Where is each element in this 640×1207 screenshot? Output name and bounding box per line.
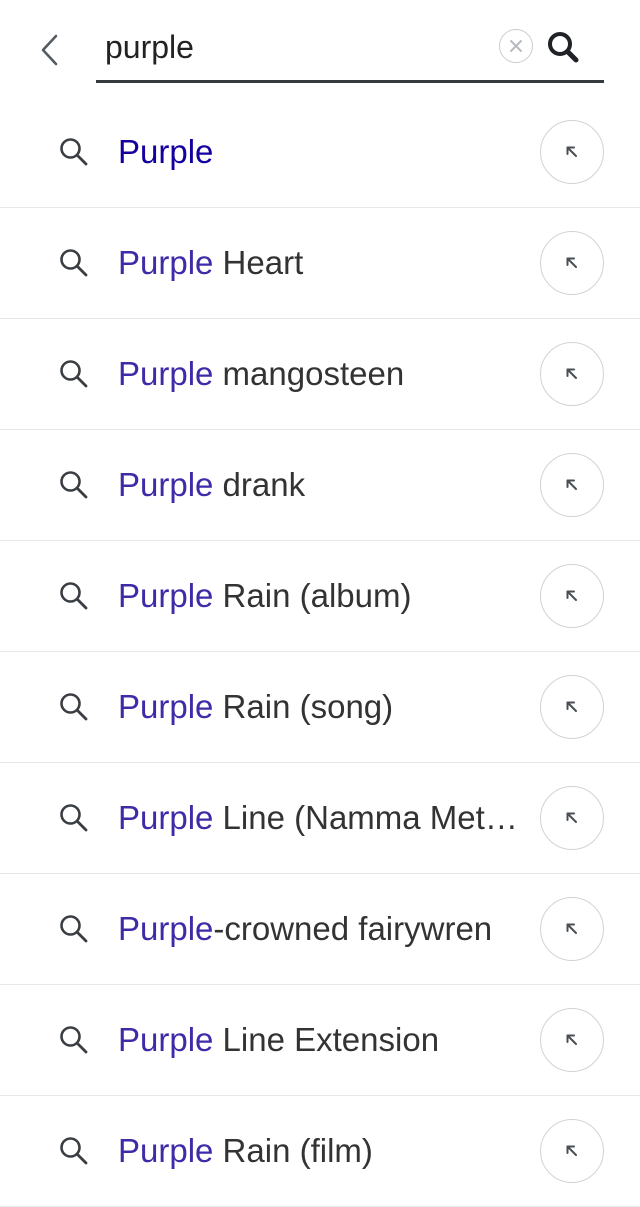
fill-query-button[interactable] <box>540 1008 604 1072</box>
arrow-up-left-icon <box>564 699 580 715</box>
close-icon <box>510 40 522 52</box>
suggestion-text: Purple <box>118 132 520 172</box>
suggestion-rest-text: -crowned fairywren <box>213 910 493 947</box>
suggestion-item[interactable]: Purple drank <box>0 430 640 541</box>
fill-query-button[interactable] <box>540 1119 604 1183</box>
back-button[interactable] <box>28 26 72 74</box>
arrow-up-left-icon <box>564 921 580 937</box>
fill-query-button[interactable] <box>540 675 604 739</box>
suggestion-item[interactable]: Purple-crowned fairywren <box>0 874 640 985</box>
arrow-up-left-icon <box>564 1143 580 1159</box>
search-icon <box>58 913 90 945</box>
suggestion-item[interactable]: Purple mangosteen <box>0 319 640 430</box>
suggestion-text: Purple Rain (film) <box>118 1131 520 1171</box>
arrow-up-left-icon <box>564 477 580 493</box>
suggestion-rest-text: Heart <box>213 244 304 281</box>
search-icon <box>548 32 579 63</box>
fill-query-button[interactable] <box>540 453 604 517</box>
suggestion-match-text: Purple <box>118 688 214 725</box>
suggestion-item[interactable]: Purple <box>0 96 640 208</box>
suggestion-text: Purple Heart <box>118 243 520 283</box>
suggestion-match-text: Purple <box>118 577 214 614</box>
search-submit-button[interactable] <box>544 28 582 66</box>
suggestion-match-text: Purple <box>118 799 214 836</box>
search-icon <box>58 802 90 834</box>
suggestion-list: Purple Purple Heart Purple mangosteen Purpl… <box>0 96 640 1207</box>
arrow-up-left-icon <box>564 144 580 160</box>
fill-query-button[interactable] <box>540 897 604 961</box>
suggestion-rest-text: Rain (song) <box>213 688 394 725</box>
fill-query-button[interactable] <box>540 564 604 628</box>
suggestion-match-text: Purple <box>118 910 214 947</box>
suggestion-match-text: Purple <box>118 1021 214 1058</box>
suggestion-match-text: Purple <box>118 244 214 281</box>
suggestion-rest-text: Rain (film) <box>213 1132 373 1169</box>
suggestion-item[interactable]: Purple Rain (song) <box>0 652 640 763</box>
search-icon <box>58 358 90 390</box>
arrow-up-left-icon <box>564 366 580 382</box>
suggestion-rest-text: Rain (album) <box>213 577 412 614</box>
search-icon <box>58 1135 90 1167</box>
search-icon <box>58 580 90 612</box>
fill-query-button[interactable] <box>540 231 604 295</box>
suggestion-item[interactable]: Purple Line (Namma Metro) <box>0 763 640 874</box>
search-icon <box>58 136 90 168</box>
suggestion-item[interactable]: Purple Rain (album) <box>0 541 640 652</box>
arrow-up-left-icon <box>564 810 580 826</box>
suggestion-match-text: Purple <box>118 132 214 170</box>
clear-search-button[interactable] <box>499 29 533 63</box>
search-header <box>0 0 640 96</box>
fill-query-button[interactable] <box>540 119 604 184</box>
fill-query-button[interactable] <box>540 786 604 850</box>
search-icon <box>58 1024 90 1056</box>
suggestion-rest-text: mangosteen <box>213 355 405 392</box>
suggestion-item[interactable]: Purple Heart <box>0 208 640 319</box>
search-field <box>96 18 604 83</box>
suggestion-rest-text: drank <box>213 466 306 503</box>
suggestion-text: Purple Line Extension <box>118 1020 520 1060</box>
suggestion-text: Purple mangosteen <box>118 354 520 394</box>
search-icon <box>58 247 90 279</box>
suggestion-rest-text: Line (Namma Metro) <box>213 799 520 836</box>
suggestion-rest-text: Line Extension <box>213 1021 440 1058</box>
suggestion-text: Purple Line (Namma Metro) <box>118 798 520 838</box>
suggestion-match-text: Purple <box>118 1132 214 1169</box>
suggestion-text: Purple Rain (album) <box>118 576 520 616</box>
suggestion-match-text: Purple <box>118 466 214 503</box>
search-icon <box>58 469 90 501</box>
suggestion-text: Purple Rain (song) <box>118 687 520 727</box>
search-input[interactable] <box>96 18 495 76</box>
suggestion-match-text: Purple <box>118 355 214 392</box>
search-icon <box>58 691 90 723</box>
fill-query-button[interactable] <box>540 342 604 406</box>
arrow-up-left-icon <box>564 588 580 604</box>
suggestion-text: Purple-crowned fairywren <box>118 909 520 949</box>
chevron-left-icon <box>41 34 58 66</box>
suggestion-text: Purple drank <box>118 465 520 505</box>
arrow-up-left-icon <box>564 255 580 271</box>
arrow-up-left-icon <box>564 1032 580 1048</box>
suggestion-item[interactable]: Purple Line Extension <box>0 985 640 1096</box>
